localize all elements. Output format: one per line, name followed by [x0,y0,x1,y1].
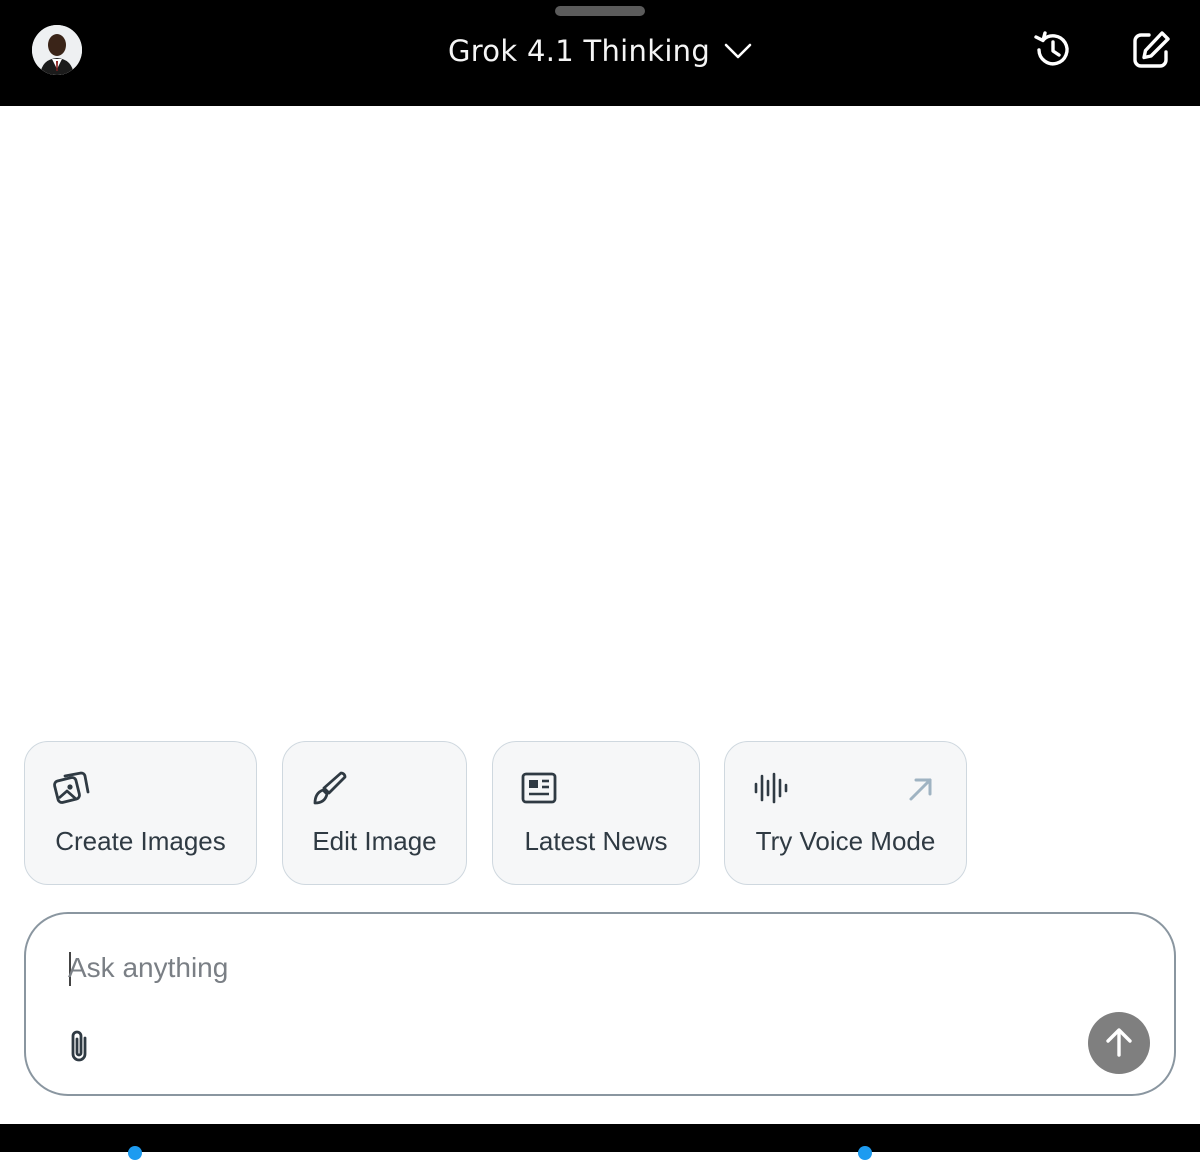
arrow-up-icon [1106,1028,1132,1057]
chip-label: Create Images [55,826,226,856]
chip-label: Try Voice Mode [755,826,936,856]
nav-indicator-dot [128,1146,142,1160]
latest-news-chip[interactable]: Latest News [492,741,700,885]
model-selector[interactable]: Grok 4.1 Thinking [440,26,760,76]
send-button[interactable] [1088,1012,1150,1074]
user-avatar-icon [32,25,82,75]
chip-label: Latest News [524,826,668,856]
try-voice-mode-chip[interactable]: Try Voice Mode [724,741,967,885]
attach-button[interactable] [60,1024,100,1068]
bottom-nav-bar [0,1124,1200,1152]
arrow-up-right-icon [909,778,932,801]
images-icon [53,771,90,804]
model-label: Grok 4.1 Thinking [447,34,711,68]
paperclip-icon [71,1030,87,1062]
avatar[interactable] [32,25,82,75]
chevron-down-icon [724,43,752,59]
waveform-icon [754,772,788,804]
chip-label: Edit Image [312,826,437,856]
history-button[interactable] [1030,27,1076,73]
drag-handle[interactable] [555,6,645,16]
ask-input[interactable] [68,944,1068,992]
create-images-chip[interactable]: Create Images [24,741,257,885]
newspaper-icon [521,772,557,804]
new-chat-button[interactable] [1128,27,1174,73]
paintbrush-icon [313,771,347,805]
composer [24,912,1176,1096]
history-icon [1034,31,1069,66]
nav-indicator-dot [858,1146,872,1160]
compose-icon [1133,31,1170,68]
top-bar: Grok 4.1 Thinking [0,0,1200,106]
edit-image-chip[interactable]: Edit Image [282,741,467,885]
